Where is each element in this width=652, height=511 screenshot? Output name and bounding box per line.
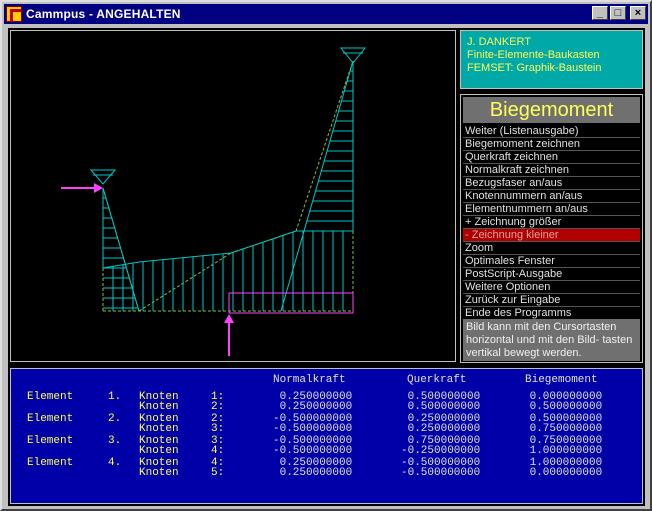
normal-force-value: -0.500000000 bbox=[273, 423, 353, 435]
menu-list: Weiter (Listenausgabe) Biegemoment zeichn… bbox=[463, 125, 640, 320]
module-line: FEMSET: Graphik-Baustein bbox=[467, 62, 602, 74]
client-area: J. DANKERT Finite-Elemente-Baukasten FEM… bbox=[8, 28, 645, 506]
element-number: 1. bbox=[108, 391, 122, 403]
shear-force-value: -0.250000000 bbox=[401, 445, 481, 457]
zoom-window bbox=[228, 292, 354, 314]
node-label: Knoten bbox=[139, 423, 179, 435]
menu-item[interactable]: Biegemoment zeichnen bbox=[463, 138, 640, 151]
normal-force-value: 0.250000000 bbox=[273, 401, 353, 413]
node-number: 4: bbox=[211, 445, 225, 457]
product-line: Finite-Elemente-Baukasten bbox=[467, 49, 600, 61]
menu-item[interactable]: - Zeichnung kleiner bbox=[463, 229, 640, 242]
beam-element bbox=[295, 60, 354, 232]
menu-item[interactable]: Querkraft zeichnen bbox=[463, 151, 640, 164]
header-querkraft: Querkraft bbox=[407, 374, 467, 386]
element-number: 2. bbox=[108, 413, 122, 425]
node-label: Knoten bbox=[139, 445, 179, 457]
support-triangle bbox=[339, 47, 367, 64]
load-arrowhead bbox=[94, 183, 103, 193]
title-bar[interactable]: Cammpus - ANGEHALTEN _ □ × bbox=[4, 4, 648, 24]
node-label: Knoten bbox=[139, 401, 179, 413]
bending-moment-value: 0.000000000 bbox=[523, 467, 603, 479]
shear-force-value: 0.250000000 bbox=[401, 423, 481, 435]
normal-force-value: -0.500000000 bbox=[273, 445, 353, 457]
bending-moment-value: 0.750000000 bbox=[523, 423, 603, 435]
navigation-hint: Bild kann mit den Cursortasten horizonta… bbox=[463, 319, 640, 361]
structure-plot[interactable] bbox=[10, 30, 456, 362]
maximize-button[interactable]: □ bbox=[610, 6, 626, 20]
load-arrowhead bbox=[224, 314, 234, 323]
results-table: Normalkraft Querkraft Biegemoment Elemen… bbox=[10, 368, 643, 504]
menu-item[interactable]: Optimales Fenster bbox=[463, 255, 640, 268]
shear-force-value: 0.500000000 bbox=[401, 401, 481, 413]
bending-moment-value: 0.500000000 bbox=[523, 401, 603, 413]
menu-item[interactable]: + Zeichnung größer bbox=[463, 216, 640, 229]
header-normalkraft: Normalkraft bbox=[273, 374, 346, 386]
menu-item[interactable]: Elementnummern an/aus bbox=[463, 203, 640, 216]
app-logo-icon[interactable] bbox=[6, 6, 22, 22]
element-label: Element bbox=[27, 413, 74, 425]
menu-item[interactable]: Zurück zur Eingabe bbox=[463, 294, 640, 307]
shear-force-value: -0.500000000 bbox=[401, 467, 481, 479]
element-label: Element bbox=[27, 391, 74, 403]
bending-moment-drawing bbox=[61, 47, 367, 356]
menu-title: Biegemoment bbox=[463, 97, 640, 123]
app-window: Cammpus - ANGEHALTEN _ □ × J. DANKERT Fi… bbox=[0, 0, 652, 511]
support-triangle bbox=[89, 169, 117, 185]
node-number: 5: bbox=[211, 467, 225, 479]
menu-item[interactable]: Bezugsfaser an/aus bbox=[463, 177, 640, 190]
element-label: Element bbox=[27, 435, 74, 447]
element-label: Element bbox=[27, 457, 74, 469]
command-menu: Biegemoment Weiter (Listenausgabe) Biegem… bbox=[460, 94, 643, 363]
menu-item[interactable]: Weiter (Listenausgabe) bbox=[463, 125, 640, 138]
node-number: 3: bbox=[211, 423, 225, 435]
node-label: Knoten bbox=[139, 467, 179, 479]
window-title: Cammpus - ANGEHALTEN bbox=[26, 7, 181, 21]
window-controls: _ □ × bbox=[592, 6, 646, 20]
header-biegemoment: Biegemoment bbox=[525, 374, 598, 386]
info-panel: J. DANKERT Finite-Elemente-Baukasten FEM… bbox=[460, 30, 643, 89]
element-number: 3. bbox=[108, 435, 122, 447]
menu-item[interactable]: Weitere Optionen bbox=[463, 281, 640, 294]
normal-force-value: 0.250000000 bbox=[273, 467, 353, 479]
menu-item[interactable]: Normalkraft zeichnen bbox=[463, 164, 640, 177]
moment-outline bbox=[102, 261, 140, 269]
moment-outline bbox=[102, 187, 140, 312]
moment-outline bbox=[280, 60, 354, 312]
menu-item[interactable]: Zoom bbox=[463, 242, 640, 255]
node-number: 2: bbox=[211, 401, 225, 413]
menu-item[interactable]: PostScript-Ausgabe bbox=[463, 268, 640, 281]
element-number: 4. bbox=[108, 457, 122, 469]
author-line: J. DANKERT bbox=[467, 36, 531, 48]
close-button[interactable]: × bbox=[630, 6, 646, 20]
menu-item[interactable]: Knotennummern an/aus bbox=[463, 190, 640, 203]
minimize-button[interactable]: _ bbox=[592, 6, 608, 20]
bending-moment-value: 1.000000000 bbox=[523, 445, 603, 457]
